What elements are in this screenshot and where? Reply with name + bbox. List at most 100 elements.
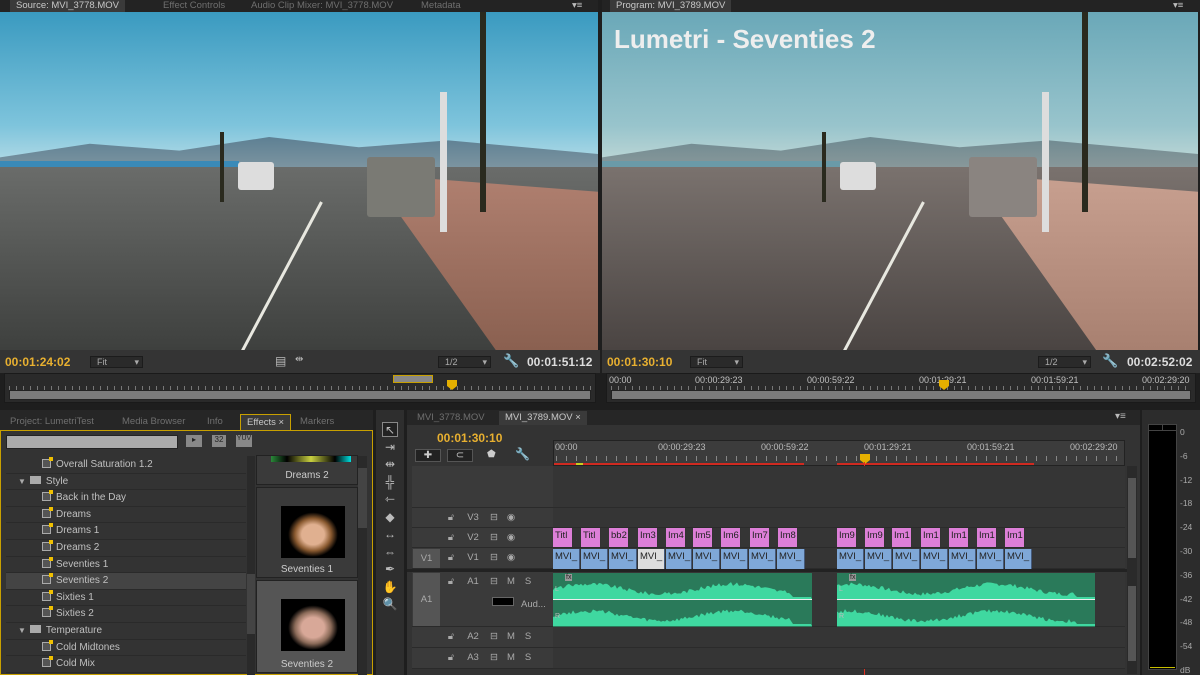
video-clip[interactable]: MVI_ [693, 549, 720, 569]
solo-button[interactable]: S [522, 631, 534, 642]
video-clip[interactable]: MVI_ [666, 549, 692, 569]
tab-info[interactable]: Info [201, 414, 229, 430]
track-name[interactable]: A2 [462, 631, 484, 642]
source-patch-a1[interactable]: A1 [413, 573, 440, 626]
timeline-settings-icon[interactable]: 🔧 [515, 447, 530, 461]
effects-list-item[interactable]: Sixties 1 [6, 589, 246, 607]
slip-icon[interactable]: ↔ [382, 527, 398, 542]
program-fit-dropdown[interactable]: Fit [690, 356, 743, 368]
track-name[interactable]: V1 [462, 552, 484, 563]
disclosure-triangle-icon[interactable]: ▼ [18, 623, 26, 639]
track-select-icon[interactable]: ⇥ [382, 440, 398, 455]
title-clip[interactable]: Im5 [693, 528, 713, 547]
yuv-filter-icon[interactable]: YUV [236, 435, 252, 447]
title-clip[interactable]: Im1 [921, 528, 941, 547]
preset-preview-selected[interactable]: Seventies 2 [256, 580, 358, 673]
lock-icon[interactable]: 🔓︎ [444, 532, 458, 543]
tab-source[interactable]: Source: MVI_3778.MOV [10, 0, 125, 12]
effects-list-item[interactable]: Seventies 2 [6, 573, 246, 590]
title-clip[interactable]: Im1 [892, 528, 912, 547]
video-clip[interactable]: MVI_ [837, 549, 864, 569]
video-clip[interactable]: MVI_ [921, 549, 948, 569]
effects-list-item[interactable]: Dreams 1 [6, 523, 246, 540]
audio-clip[interactable]: fx L R [837, 573, 1095, 627]
video-clip[interactable]: MVI_ [721, 549, 748, 569]
effects-list-item[interactable]: Cold Midtones [6, 639, 246, 657]
razor-icon[interactable]: ◆ [382, 510, 398, 525]
program-time-ruler[interactable]: 00:00 00:00:29:23 00:00:59:22 00:01:29:2… [606, 373, 1196, 403]
tab-audio-clip-mixer[interactable]: Audio Clip Mixer: MVI_3778.MOV [245, 0, 399, 12]
track-name[interactable]: V2 [462, 532, 484, 543]
title-clip[interactable]: Im1 [1005, 528, 1025, 547]
video-tracks-scrollbar[interactable] [1127, 466, 1137, 574]
lock-icon[interactable]: 🔓︎ [444, 652, 458, 663]
program-timecode[interactable]: 00:01:30:10 [607, 355, 672, 369]
solo-button[interactable]: S [522, 652, 534, 663]
lock-icon[interactable]: 🔓︎ [444, 552, 458, 563]
effects-list-item[interactable]: ▼ Style [6, 474, 246, 491]
timeline-ruler[interactable]: 00:00 00:00:29:23 00:00:59:22 00:01:29:21 00… [553, 440, 1125, 466]
rate-stretch-icon[interactable]: ⇽ [382, 492, 398, 507]
track-lane[interactable] [553, 508, 1125, 528]
title-clip[interactable]: Im9 [865, 528, 885, 547]
tab-sequence-mvi-3778[interactable]: MVI_3778.MOV [411, 411, 491, 425]
lock-icon[interactable]: 🔓︎ [444, 576, 458, 587]
tab-project[interactable]: Project: LumetriTest [4, 414, 100, 430]
panel-menu-icon[interactable]: ▾≡ [1115, 411, 1126, 422]
wrench-icon[interactable]: 🔧 [503, 353, 519, 369]
eye-icon[interactable]: ◉ [504, 552, 518, 563]
video-clip[interactable]: MVI_ [553, 549, 580, 569]
title-clip[interactable]: Im1 [977, 528, 997, 547]
program-resolution-dropdown[interactable]: 1/2 [1038, 356, 1091, 368]
video-clip[interactable]: MVI_ [749, 549, 776, 569]
title-clip[interactable]: Im6 [721, 528, 741, 547]
lock-icon[interactable]: 🔓︎ [444, 631, 458, 642]
track-name[interactable]: A1 [462, 576, 484, 587]
source-zoom-scrollbar[interactable] [9, 390, 591, 400]
panel-menu-icon[interactable]: ▾≡ [566, 0, 588, 12]
panel-menu-icon[interactable]: ▾≡ [1167, 0, 1189, 12]
video-clip[interactable]: MVI_ [865, 549, 892, 569]
ripple-edit-icon[interactable]: ⇹ [382, 457, 398, 472]
timeline-timecode[interactable]: 00:01:30:10 [437, 431, 502, 445]
zoom-icon[interactable]: 🔍 [382, 597, 398, 612]
track-name[interactable]: V3 [462, 512, 484, 523]
preset-preview[interactable]: Seventies 1 [256, 487, 358, 578]
sync-lock-icon[interactable]: ⊟ [487, 652, 501, 663]
track-lane[interactable] [553, 466, 1125, 508]
effects-list-item[interactable]: Overall Saturation 1.2 [6, 457, 246, 474]
pen-icon[interactable]: ✒ [382, 562, 398, 577]
effects-list-item[interactable]: Dreams [6, 506, 246, 524]
32-bit-filter-icon[interactable]: 32 [212, 435, 226, 447]
source-time-ruler[interactable] [4, 373, 596, 403]
preview-scrollbar[interactable] [358, 456, 367, 675]
video-clip[interactable]: MVI_ [949, 549, 976, 569]
title-clip[interactable]: Im4 [666, 528, 686, 547]
drag-video-icon[interactable]: ▤ [275, 354, 286, 368]
sync-lock-icon[interactable]: ⊟ [487, 631, 501, 642]
lock-icon[interactable]: 🔓︎ [444, 512, 458, 523]
eye-icon[interactable]: ◉ [504, 532, 518, 543]
title-clip[interactable]: Titl [581, 528, 601, 547]
mute-button[interactable]: M [505, 576, 517, 587]
insert-nest-icon[interactable]: ✚ [415, 449, 441, 462]
video-clip[interactable]: MVI_ [977, 549, 1004, 569]
mute-button[interactable]: M [505, 652, 517, 663]
audio-tracks-scrollbar[interactable] [1127, 574, 1137, 674]
track-lane[interactable] [553, 627, 1125, 648]
video-clip[interactable]: MVI_ [893, 549, 920, 569]
sync-lock-icon[interactable]: ⊟ [487, 552, 501, 563]
video-clip[interactable]: MVI_ [638, 549, 665, 569]
track-lane[interactable] [553, 648, 1125, 669]
tab-sequence-mvi-3789[interactable]: MVI_3789.MOV × [499, 411, 587, 425]
in-out-range[interactable] [393, 375, 433, 383]
effects-list-item[interactable]: Cold Mix [6, 656, 246, 673]
selection-icon[interactable]: ↖ [382, 422, 398, 437]
sync-lock-icon[interactable]: ⊟ [487, 576, 501, 587]
add-marker-icon[interactable]: ⬟ [487, 449, 496, 460]
slide-icon[interactable]: ⇔ [382, 545, 398, 560]
accelerated-effects-filter-icon[interactable]: ▸ [186, 435, 202, 447]
track-name[interactable]: A3 [462, 652, 484, 663]
eye-icon[interactable]: ◉ [504, 512, 518, 523]
title-clip[interactable]: bb2 [609, 528, 629, 547]
